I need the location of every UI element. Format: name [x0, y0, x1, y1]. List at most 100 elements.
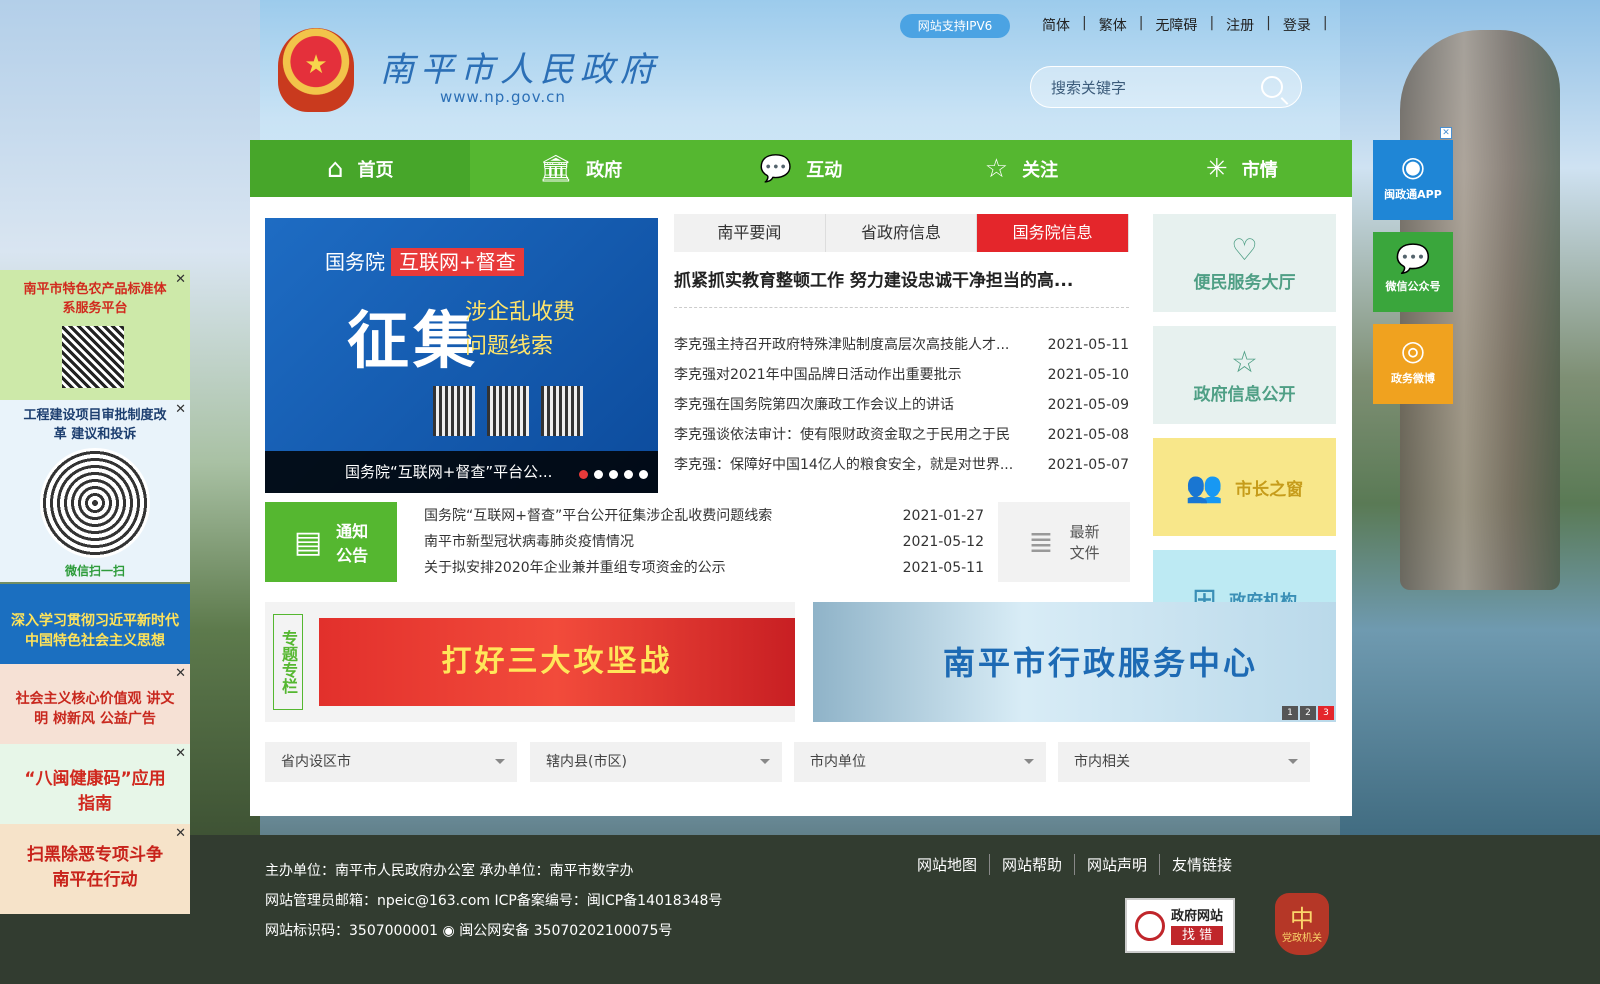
- tab-province-info[interactable]: 省政府信息: [826, 214, 978, 252]
- site-title[interactable]: 南平市人民政府: [380, 42, 660, 91]
- banner-big-text: 征集: [347, 304, 480, 377]
- document-star-icon: ☆: [1231, 345, 1258, 380]
- ad-project-approval[interactable]: ✕ 工程建设项目审批制度改革 建议和投诉 微信扫一扫: [0, 400, 190, 582]
- select-city-related[interactable]: 市内相关: [1058, 742, 1310, 782]
- app-icon: ◉: [1400, 150, 1426, 183]
- ad-health-code[interactable]: ✕ “八闽健康码”应用指南: [0, 744, 190, 824]
- list-item[interactable]: 李克强在国务院第四次廉政工作会议上的讲话 2021-05-09: [674, 390, 1129, 420]
- notice-label: 通知 公告: [336, 522, 369, 565]
- people-icon: 👥: [1185, 469, 1224, 505]
- select-province-cities[interactable]: 省内设区市: [265, 742, 517, 782]
- service-hall-button[interactable]: ♡ 便民服务大厅: [1153, 214, 1336, 312]
- news-title: 李克强在国务院第四次廉政工作会议上的讲话: [674, 397, 954, 413]
- banner-qr-codes: [433, 386, 583, 436]
- close-icon[interactable]: ✕: [175, 666, 186, 681]
- ad-agri-platform[interactable]: ✕ 南平市特色农产品标准体系服务平台: [0, 270, 190, 400]
- list-item[interactable]: 南平市新型冠状病毒肺炎疫情情况 2021-05-12: [424, 529, 984, 555]
- carousel-dot[interactable]: [609, 470, 618, 479]
- link-statement[interactable]: 网站声明: [1074, 854, 1159, 875]
- carousel-dot[interactable]: [639, 470, 648, 479]
- footer-ids: 网站标识码：3507000001 ◉ 闽公网安备 35070202100075号: [265, 923, 673, 939]
- news-carousel[interactable]: 国务院 互联网+督查 征集 涉企乱收费 问题线索 国务院“互联网+督查”平台公...: [265, 218, 658, 493]
- ad-study-thought[interactable]: 深入学习贯彻习近平新时代中国特色社会主义思想: [0, 584, 190, 664]
- nav-item-home[interactable]: ⌂ 首页: [250, 140, 471, 197]
- link-traditional[interactable]: 繁体: [1087, 15, 1139, 35]
- party-organ-badge[interactable]: 中党政机关: [1275, 893, 1329, 955]
- link-register[interactable]: 注册: [1214, 15, 1266, 35]
- list-item[interactable]: 李克强对2021年中国品牌日活动作出重要批示 2021-05-10: [674, 360, 1129, 390]
- close-icon[interactable]: ✕: [175, 746, 186, 761]
- select-counties[interactable]: 辖内县(市区): [530, 742, 782, 782]
- star-icon: ☆: [984, 153, 1009, 184]
- news-date: 2021-05-07: [1047, 457, 1129, 473]
- chat-icon: 💬: [759, 153, 793, 184]
- ad-core-values[interactable]: ✕ 社会主义核心价值观 讲文明 树新风 公益广告: [0, 664, 190, 744]
- carousel-dot[interactable]: [579, 470, 588, 479]
- notice-icon: ▤: [293, 524, 323, 560]
- pager-page[interactable]: 2: [1300, 706, 1316, 720]
- link-accessibility[interactable]: 无障碍: [1143, 15, 1209, 35]
- info-public-button[interactable]: ☆ 政府信息公开: [1153, 326, 1336, 424]
- nav-item-interaction[interactable]: 💬 互动: [691, 140, 911, 197]
- ad-anti-crime[interactable]: ✕ 扫黑除恶专项斗争 南平在行动: [0, 824, 190, 914]
- search-icon[interactable]: [1261, 76, 1283, 98]
- topic-column: 专题专栏 打好三大攻坚战: [265, 602, 795, 722]
- nav-label: 互动: [806, 159, 843, 181]
- list-item[interactable]: 李克强：保障好中国14亿人的粮食安全，就是对世界... 2021-05-07: [674, 450, 1129, 480]
- right-float-close-icon[interactable]: ✕: [1440, 127, 1452, 139]
- latest-files-label: 最新 文件: [1069, 523, 1100, 562]
- carousel-dot[interactable]: [624, 470, 633, 479]
- close-icon[interactable]: ✕: [175, 826, 186, 841]
- link-help[interactable]: 网站帮助: [989, 854, 1074, 875]
- notice-date: 2021-05-11: [902, 560, 984, 576]
- news-date: 2021-05-10: [1047, 367, 1129, 383]
- service-center-banner[interactable]: 南平市行政服务中心 1 2 3: [813, 602, 1336, 722]
- news-headline[interactable]: 抓紧抓实教育整顿工作 努力建设忠诚干净担当的高...: [674, 266, 1129, 308]
- qr-code-icon: [487, 386, 529, 436]
- link-simplified[interactable]: 简体: [1030, 15, 1082, 35]
- main-panel: ⌂ 首页 🏛 政府 💬 互动 ☆ 关注 ✳ 市情 国务院 互联网+督查 征集 涉企乱收费 问题…: [250, 140, 1352, 816]
- national-emblem-icon[interactable]: ★: [278, 28, 354, 112]
- separator: |: [1322, 15, 1328, 31]
- carousel-dot[interactable]: [594, 470, 603, 479]
- news-title: 李克强：保障好中国14亿人的粮食安全，就是对世界...: [674, 457, 1014, 473]
- find-error-button[interactable]: 政府网站找 错: [1125, 898, 1235, 953]
- party-emblem-icon: 中: [1290, 905, 1314, 933]
- nav-label: 关注: [1022, 159, 1059, 181]
- magnifier-icon: [1135, 910, 1165, 941]
- tab-state-council-info[interactable]: 国务院信息: [977, 214, 1130, 252]
- float-weibo[interactable]: ◎ 政务微博: [1373, 324, 1453, 404]
- banner-tag: 互联网+督查: [391, 248, 524, 276]
- site-url: www.np.gov.cn: [440, 88, 566, 106]
- list-item[interactable]: 关于拟安排2020年企业兼并重组专项资金的公示 2021-05-11: [424, 555, 984, 581]
- tab-nanping-news[interactable]: 南平要闻: [674, 214, 826, 252]
- service-pager: 1 2 3: [1282, 706, 1334, 720]
- nav-item-city-info[interactable]: ✳ 市情: [1132, 140, 1352, 197]
- latest-files-button[interactable]: ≣ 最新 文件: [998, 502, 1130, 582]
- notice-list: 国务院“互联网+督查”平台公开征集涉企乱收费问题线索 2021-01-27 南平市…: [424, 503, 984, 581]
- notice-tag[interactable]: ▤ 通知 公告: [265, 502, 397, 582]
- search-box: [1030, 66, 1302, 108]
- qr-code-icon: [541, 386, 583, 436]
- pager-page[interactable]: 3: [1318, 706, 1334, 720]
- pager-page[interactable]: 1: [1282, 706, 1298, 720]
- topic-banner[interactable]: 打好三大攻坚战: [319, 618, 795, 706]
- news-panel: 南平要闻 省政府信息 国务院信息 抓紧抓实教育整顿工作 努力建设忠诚干净担当的高…: [674, 214, 1130, 480]
- news-tabs: 南平要闻 省政府信息 国务院信息: [674, 214, 1130, 252]
- search-input[interactable]: [1051, 76, 1251, 100]
- float-wechat[interactable]: 💬 微信公众号: [1373, 232, 1453, 312]
- side-shortcuts: ♡便民服务大厅 ☆政府信息公开 👥市长之窗 ⊞政府机构: [1153, 214, 1336, 662]
- nav-item-focus[interactable]: ☆ 关注: [911, 140, 1131, 197]
- select-city-units[interactable]: 市内单位: [794, 742, 1046, 782]
- list-item[interactable]: 李克强主持召开政府特殊津贴制度高层次高技能人才... 2021-05-11: [674, 330, 1129, 360]
- list-item[interactable]: 国务院“互联网+督查”平台公开征集涉企乱收费问题线索 2021-01-27: [424, 503, 984, 529]
- link-login[interactable]: 登录: [1271, 15, 1323, 35]
- link-sitemap[interactable]: 网站地图: [905, 854, 989, 875]
- list-item[interactable]: 李克强谈依法审计：使有限财政资金取之于民用之于民 2021-05-08: [674, 420, 1129, 450]
- link-friends[interactable]: 友情链接: [1159, 854, 1244, 875]
- mayor-window-button[interactable]: 👥 市长之窗: [1153, 438, 1336, 536]
- wechat-icon: 💬: [1395, 242, 1431, 275]
- float-app[interactable]: ◉ 闽政通APP: [1373, 140, 1453, 220]
- news-list: 李克强主持召开政府特殊津贴制度高层次高技能人才... 2021-05-11 李克强…: [674, 330, 1129, 480]
- nav-item-government[interactable]: 🏛 政府: [470, 140, 690, 197]
